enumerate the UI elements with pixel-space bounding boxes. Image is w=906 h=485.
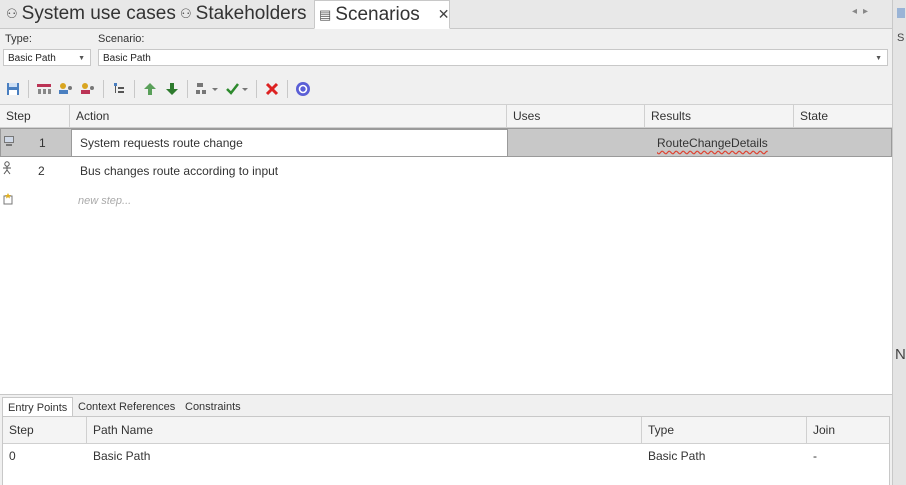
- chevron-down-icon: ▼: [875, 55, 882, 62]
- tab-label: Stakeholders: [195, 3, 307, 24]
- tab-entry-points[interactable]: Entry Points: [2, 397, 74, 418]
- help-icon[interactable]: [294, 80, 312, 98]
- entry-path-name-cell[interactable]: Basic Path: [87, 443, 642, 469]
- tab-context-references[interactable]: Context References: [73, 397, 180, 417]
- type-label: Type:: [5, 33, 32, 45]
- type-select-value: Basic Path: [8, 53, 56, 64]
- validate-icon[interactable]: [224, 80, 250, 98]
- add-actor-icon[interactable]: [57, 80, 75, 98]
- column-header-action[interactable]: Action: [70, 105, 507, 127]
- results-cell[interactable]: [645, 157, 794, 186]
- panel-label: N: [895, 346, 906, 363]
- bottom-tab-bar: Entry Points Context References Constrai…: [0, 394, 892, 418]
- close-icon[interactable]: ✕: [438, 6, 450, 23]
- grid-header: Step Action Uses Results State: [0, 105, 892, 128]
- panel-label: S: [897, 32, 905, 44]
- new-step-icon: [0, 187, 30, 216]
- hierarchy-icon[interactable]: [110, 80, 128, 98]
- new-step-placeholder[interactable]: new step...: [70, 187, 370, 216]
- state-cell[interactable]: [795, 129, 893, 158]
- step-number: 2: [38, 164, 45, 178]
- tab-scenarios[interactable]: ▤ Scenarios ✕: [314, 0, 450, 29]
- toolbar-separator: [256, 80, 257, 98]
- delete-icon[interactable]: [263, 80, 281, 98]
- scenario-steps-grid: Step Action Uses Results State 1 System …: [0, 104, 892, 395]
- table-row[interactable]: 2 Bus changes route according to input: [0, 157, 892, 186]
- new-step-row[interactable]: new step...: [0, 187, 892, 216]
- panel-icon: [897, 8, 905, 18]
- toolbar-separator: [134, 80, 135, 98]
- type-select[interactable]: Basic Path ▼: [3, 49, 91, 66]
- scenario-select[interactable]: Basic Path ▼: [98, 49, 888, 66]
- entry-join-cell[interactable]: -: [807, 443, 889, 469]
- save-icon[interactable]: [4, 80, 22, 98]
- entry-type-cell[interactable]: Basic Path: [642, 443, 807, 469]
- actor-pair-icon: ⚇: [180, 6, 192, 21]
- scenario-label: Scenario:: [98, 33, 145, 45]
- entry-points-grid: Step Path Name Type Join 0 Basic Path Ba…: [2, 416, 890, 485]
- action-cell[interactable]: System requests route change: [71, 129, 508, 157]
- toolbar-separator: [28, 80, 29, 98]
- uses-cell[interactable]: [508, 129, 646, 158]
- toolbar-separator: [187, 80, 188, 98]
- structure-icon[interactable]: [35, 80, 53, 98]
- chevron-right-icon[interactable]: ▸: [863, 6, 874, 17]
- actor-pair-icon: ⚇: [6, 6, 18, 21]
- docked-side-panel[interactable]: S N: [892, 0, 906, 485]
- document-tab-bar: ⚇ System use cases ⚇ Stakeholders ▤ Scen…: [0, 0, 892, 29]
- tab-stakeholders[interactable]: ⚇ Stakeholders: [176, 0, 311, 28]
- tab-label: Scenarios: [335, 3, 420, 25]
- document-icon: ▤: [319, 6, 332, 22]
- column-header-type[interactable]: Type: [642, 417, 807, 443]
- tab-constraints[interactable]: Constraints: [180, 397, 246, 417]
- add-system-icon[interactable]: [79, 80, 97, 98]
- column-header-uses[interactable]: Uses: [507, 105, 645, 127]
- entry-points-header: Step Path Name Type Join: [3, 417, 889, 444]
- uses-cell[interactable]: [507, 157, 645, 186]
- column-header-path-name[interactable]: Path Name: [87, 417, 642, 443]
- state-cell[interactable]: [794, 157, 892, 186]
- table-row[interactable]: 1 System requests route change RouteChan…: [0, 128, 892, 157]
- system-icon: [1, 129, 31, 158]
- scenario-toolbar: [0, 74, 896, 104]
- column-header-state[interactable]: State: [794, 105, 892, 127]
- tab-system-use-cases[interactable]: ⚇ System use cases: [2, 0, 180, 28]
- chevron-left-icon[interactable]: ◂: [852, 6, 863, 17]
- column-header-results[interactable]: Results: [645, 105, 794, 127]
- move-up-icon[interactable]: [141, 80, 159, 98]
- tab-label: System use cases: [21, 3, 176, 24]
- generate-icon[interactable]: [194, 80, 220, 98]
- toolbar-separator: [103, 80, 104, 98]
- scenario-select-value: Basic Path: [103, 53, 151, 64]
- step-number: 1: [39, 136, 46, 150]
- toolbar-separator: [287, 80, 288, 98]
- chevron-down-icon: ▼: [78, 55, 85, 62]
- column-header-join[interactable]: Join: [807, 417, 889, 443]
- column-header-step[interactable]: Step: [0, 105, 70, 127]
- column-header-step[interactable]: Step: [3, 417, 87, 443]
- results-cell[interactable]: RouteChangeDetails: [649, 129, 795, 158]
- move-down-icon[interactable]: [163, 80, 181, 98]
- tab-scroll-arrows[interactable]: ◂▸: [852, 6, 874, 17]
- action-cell[interactable]: Bus changes route according to input: [72, 157, 507, 186]
- entry-step-cell[interactable]: 0: [3, 443, 87, 469]
- actor-icon: [0, 157, 30, 186]
